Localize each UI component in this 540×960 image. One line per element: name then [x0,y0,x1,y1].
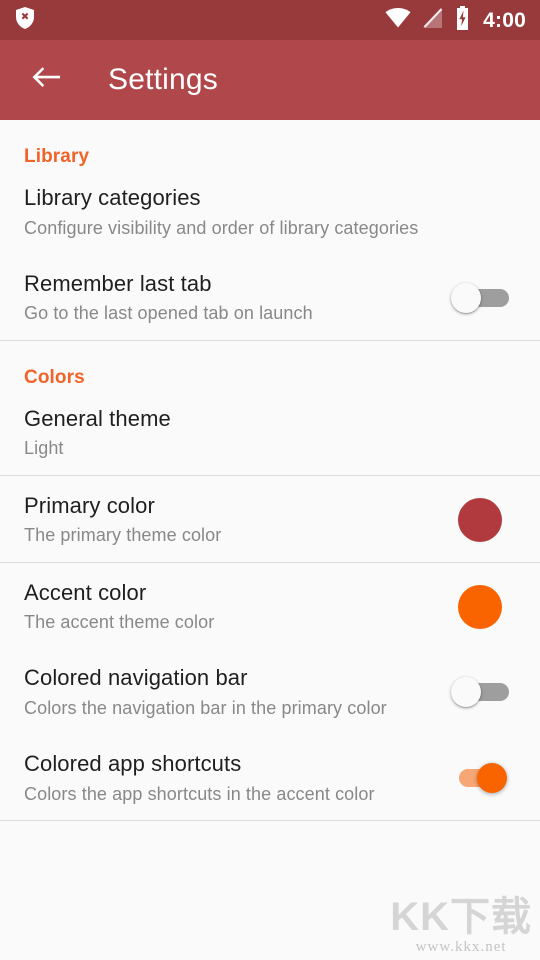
app-toolbar: Settings [0,40,540,120]
section-header-colors: Colors [24,366,85,388]
section-colors: Colors General theme Light Primary color… [0,340,540,821]
pref-title: General theme [24,405,171,431]
signal-off-icon [422,7,444,34]
status-bar-right-icons: 4:00 [385,5,526,35]
pref-summary: Colors the navigation bar in the primary… [24,697,387,718]
arrow-back-icon [31,65,61,96]
battery-charging-icon [455,5,470,35]
section-library: Library Library categories Configure vis… [0,120,540,340]
pref-text: Remember last tab Go to the last opened … [24,270,432,326]
toggle-thumb [451,677,481,708]
pref-summary: Colors the app shortcuts in the accent c… [24,783,375,804]
pref-remember-last-tab[interactable]: Remember last tab Go to the last opened … [0,254,540,340]
toggle-thumb [477,763,507,794]
bottom-divider [0,820,540,822]
pref-summary: The primary theme color [24,525,222,546]
pref-primary-color[interactable]: Primary color The primary theme color [0,476,540,562]
pref-widget [444,497,516,542]
pref-widget [444,761,516,795]
pref-widget [444,584,516,629]
pref-summary: The accent theme color [24,612,215,633]
settings-screen: 4:00 Settings Library Library categories… [0,0,540,960]
page-title: Settings [108,63,218,96]
pref-summary: Light [24,438,64,459]
section-header-library: Library [24,146,90,167]
toggle-remember-last-tab[interactable] [451,281,509,315]
watermark-main: KK下载 [390,895,532,939]
pref-text: Colored app shortcuts Colors the app sho… [24,750,432,806]
status-bar: 4:00 [0,0,540,40]
shield-x-icon [14,6,36,35]
pref-colored-navigation-bar[interactable]: Colored navigation bar Colors the naviga… [0,648,540,734]
toggle-colored-navigation-bar[interactable] [451,675,509,709]
color-swatch-primary[interactable] [458,497,502,542]
pref-title: Primary color [24,492,155,518]
wifi-icon [385,7,411,33]
watermark-sub: www.kkx.net [415,939,507,955]
pref-title: Colored app shortcuts [24,751,242,777]
settings-list: Library Library categories Configure vis… [0,120,540,822]
toggle-thumb [451,282,481,313]
color-swatch-accent[interactable] [458,584,502,629]
pref-widget [444,675,516,709]
pref-summary: Configure visibility and order of librar… [24,217,419,238]
pref-text: Primary color The primary theme color [24,492,432,548]
pref-colored-app-shortcuts[interactable]: Colored app shortcuts Colors the app sho… [0,734,540,820]
pref-title: Library categories [24,185,201,210]
pref-summary: Go to the last opened tab on launch [24,303,313,324]
pref-accent-color[interactable]: Accent color The accent theme color [0,563,540,649]
toggle-colored-app-shortcuts[interactable] [451,761,509,795]
back-button[interactable] [24,58,68,102]
pref-widget [444,281,516,315]
status-bar-left-icons [14,6,36,35]
pref-library-categories[interactable]: Library categories Configure visibility … [0,168,540,254]
pref-general-theme[interactable]: General theme Light [0,389,540,475]
pref-text: Library categories Configure visibility … [24,184,516,240]
pref-title: Accent color [24,579,147,605]
pref-title: Colored navigation bar [24,665,248,691]
status-bar-clock: 4:00 [483,8,526,32]
pref-title: Remember last tab [24,270,212,296]
pref-text: Accent color The accent theme color [24,579,432,635]
pref-text: Colored navigation bar Colors the naviga… [24,664,432,720]
pref-text: General theme Light [24,405,516,461]
watermark: KK下载 www.kkx.net [390,897,532,956]
